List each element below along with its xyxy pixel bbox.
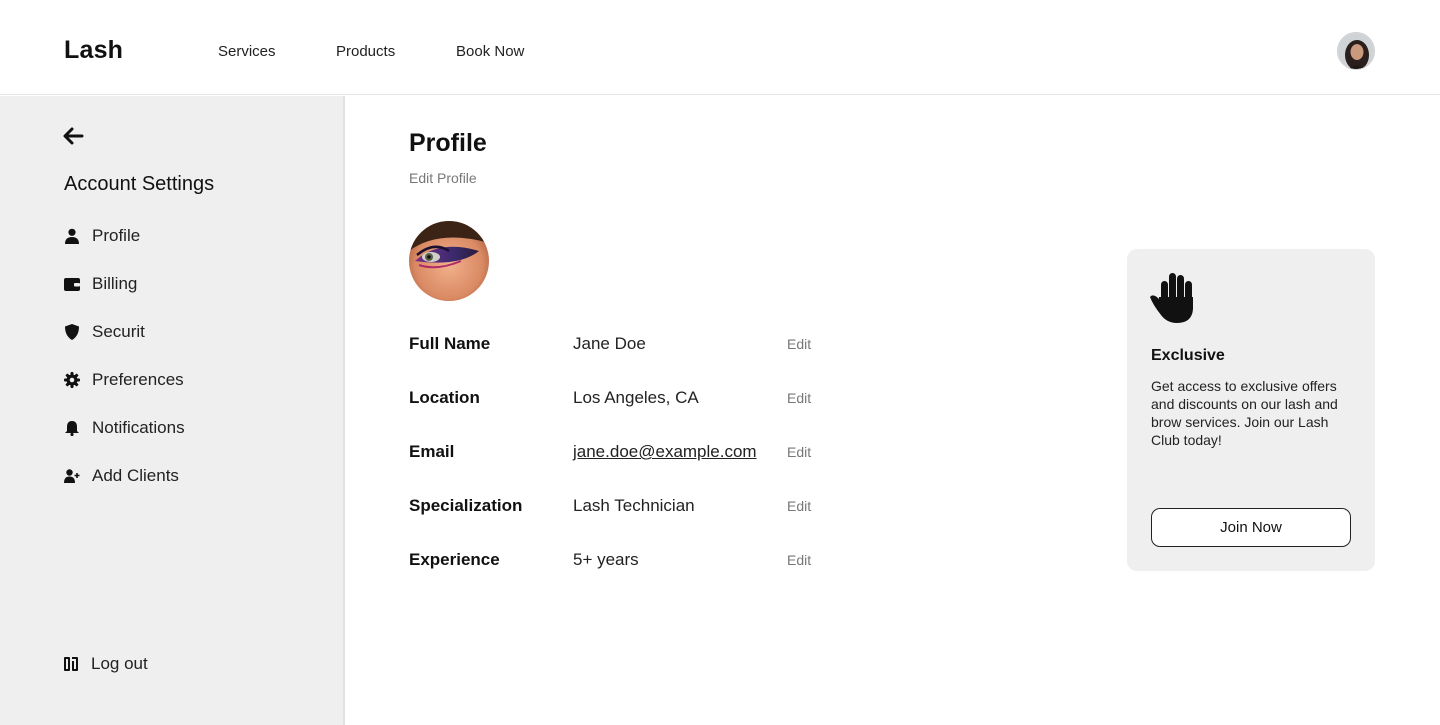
app-logo[interactable]: Lash <box>64 36 123 65</box>
edit-email-button[interactable]: Edit <box>787 444 811 460</box>
sidebar-item-label: Profile <box>92 226 141 245</box>
exclusive-promo-card: Exclusive Get access to exclusive offers… <box>1127 249 1375 571</box>
field-value-specialization: Lash Technician <box>573 496 695 515</box>
bell-icon <box>64 420 80 436</box>
sidebar-item-label: Add Clients <box>92 466 179 485</box>
logout-icon <box>63 656 79 672</box>
field-label-experience: Experience <box>409 550 500 569</box>
sidebar-title: Account Settings <box>64 173 215 195</box>
user-icon <box>64 228 80 244</box>
edit-specialization-button[interactable]: Edit <box>787 498 811 514</box>
nav-link-book-now[interactable]: Book Now <box>456 43 524 60</box>
profile-photo[interactable] <box>409 221 489 301</box>
top-nav-bar: Lash Services Products Book Now <box>0 0 1440 95</box>
sidebar-divider <box>343 96 345 725</box>
user-plus-icon <box>64 468 80 484</box>
edit-experience-button[interactable]: Edit <box>787 552 811 568</box>
field-value-location: Los Angeles, CA <box>573 388 699 407</box>
arrow-left-icon <box>63 127 84 145</box>
field-value-email-link[interactable]: jane.doe@example.com <box>573 442 757 462</box>
edit-full-name-button[interactable]: Edit <box>787 336 811 352</box>
edit-location-button[interactable]: Edit <box>787 390 811 406</box>
nav-link-services[interactable]: Services <box>218 43 276 60</box>
sidebar-item-add-clients[interactable]: Add Clients <box>64 464 179 488</box>
shield-icon <box>64 324 80 340</box>
gear-icon <box>64 372 80 388</box>
field-label-specialization: Specialization <box>409 496 523 515</box>
hand-icon <box>1149 271 1199 323</box>
sidebar-item-preferences[interactable]: Preferences <box>64 368 184 392</box>
field-label-full-name: Full Name <box>409 334 491 353</box>
wallet-icon <box>64 276 80 292</box>
sidebar-item-label: Notifications <box>92 418 185 437</box>
field-label-email: Email <box>409 442 455 461</box>
sidebar-item-notifications[interactable]: Notifications <box>64 416 185 440</box>
field-label-location: Location <box>409 388 480 407</box>
nav-link-products[interactable]: Products <box>336 43 395 60</box>
sidebar-item-label: Securit <box>92 322 145 341</box>
back-button[interactable] <box>62 126 88 148</box>
sidebar-item-security[interactable]: Securit <box>64 320 145 344</box>
field-value-experience: 5+ years <box>573 550 639 569</box>
sidebar-item-label: Billing <box>92 274 138 293</box>
promo-title: Exclusive <box>1151 347 1225 364</box>
page-subtitle: Edit Profile <box>409 170 477 186</box>
page-title: Profile <box>409 129 487 157</box>
eye-photo-image <box>409 221 489 301</box>
join-now-button[interactable]: Join Now <box>1151 508 1351 547</box>
field-value-full-name: Jane Doe <box>573 334 646 353</box>
user-avatar[interactable] <box>1337 32 1375 70</box>
promo-description: Get access to exclusive offers and disco… <box>1151 378 1338 448</box>
sidebar-item-profile[interactable]: Profile <box>64 224 140 248</box>
sidebar-item-billing[interactable]: Billing <box>64 272 137 296</box>
logout-button[interactable]: Log out <box>63 652 148 676</box>
logout-label: Log out <box>91 654 148 673</box>
avatar-photo <box>1338 33 1374 69</box>
sidebar-item-label: Preferences <box>92 370 184 389</box>
